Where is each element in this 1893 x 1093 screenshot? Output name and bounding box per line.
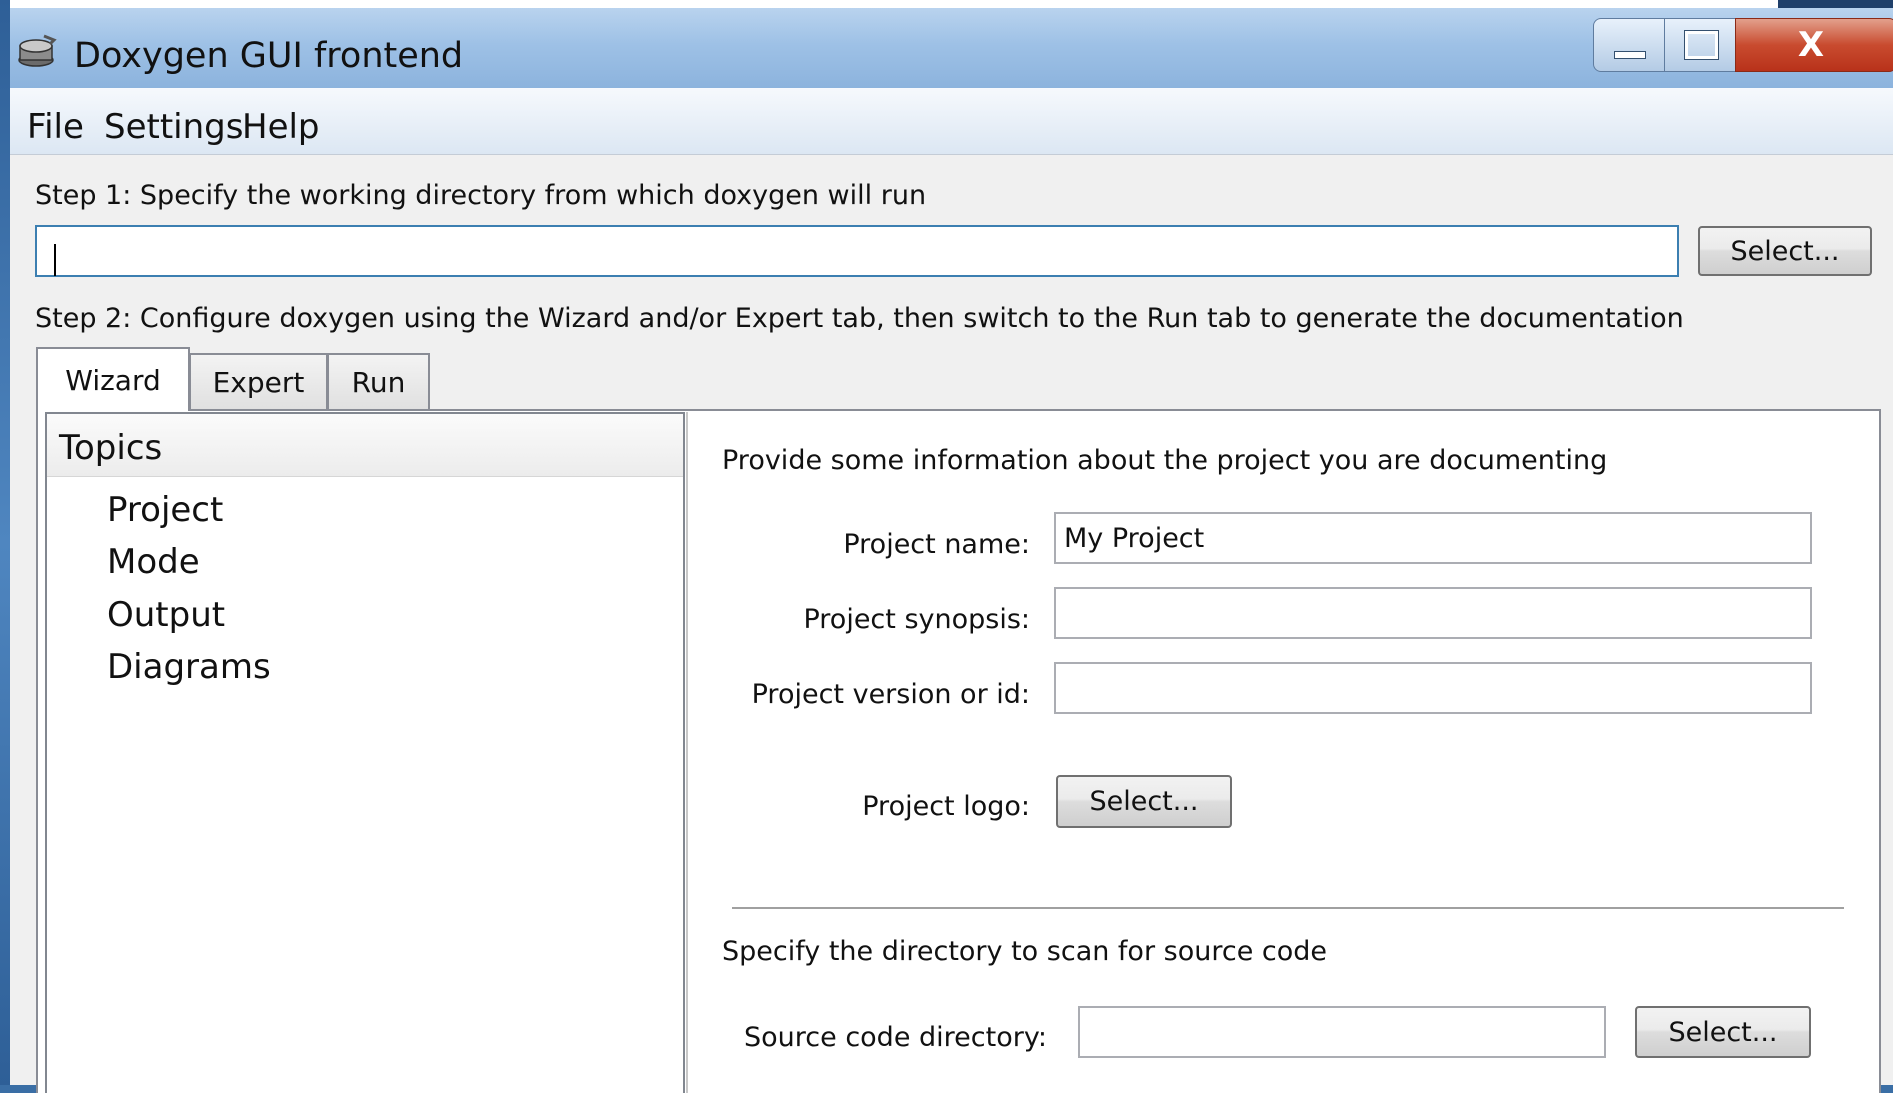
close-icon: X xyxy=(1797,25,1825,65)
source-dir-select-button[interactable]: Select... xyxy=(1635,1006,1811,1058)
project-logo-label: Project logo: xyxy=(862,791,1030,822)
desktop-edge-top xyxy=(0,0,1893,8)
working-directory-select-button[interactable]: Select... xyxy=(1698,226,1872,276)
working-directory-input[interactable] xyxy=(35,225,1679,277)
section-separator-highlight xyxy=(732,909,1844,910)
project-version-label: Project version or id: xyxy=(751,679,1030,710)
doxygen-app-icon xyxy=(18,34,57,67)
text-caret xyxy=(54,244,56,276)
minimize-icon xyxy=(1614,51,1646,59)
source-dir-label: Source code directory: xyxy=(744,1022,1047,1053)
minimize-button[interactable] xyxy=(1593,18,1665,72)
tab-wizard[interactable]: Wizard xyxy=(36,347,190,411)
step1-label: Step 1: Specify the working directory fr… xyxy=(35,180,927,211)
window-title: Doxygen GUI frontend xyxy=(74,36,464,76)
source-dir-input[interactable] xyxy=(1078,1006,1606,1058)
splitter[interactable] xyxy=(686,412,688,1093)
project-name-input[interactable] xyxy=(1054,512,1812,564)
source-dir-heading: Specify the directory to scan for source… xyxy=(722,936,1327,967)
menu-bar: File Settings Help xyxy=(10,88,1893,155)
step2-label: Step 2: Configure doxygen using the Wiza… xyxy=(35,303,1684,334)
project-synopsis-input[interactable] xyxy=(1054,587,1812,639)
project-info-heading: Provide some information about the proje… xyxy=(722,445,1608,476)
topics-header-label: Topics xyxy=(59,428,163,468)
main-window: Doxygen GUI frontend X File Settings Hel… xyxy=(10,8,1893,1093)
project-logo-select-button[interactable]: Select... xyxy=(1056,775,1232,828)
title-bar[interactable]: Doxygen GUI frontend X xyxy=(10,8,1893,88)
topics-tree: Topics Project Mode Output Diagrams xyxy=(45,412,685,1093)
maximize-icon xyxy=(1684,30,1719,60)
topic-diagrams[interactable]: Diagrams xyxy=(107,647,271,687)
menu-settings[interactable]: Settings xyxy=(104,107,243,147)
menu-help[interactable]: Help xyxy=(242,107,320,147)
close-button[interactable]: X xyxy=(1735,18,1893,72)
project-synopsis-label: Project synopsis: xyxy=(803,604,1030,635)
project-version-input[interactable] xyxy=(1054,662,1812,714)
maximize-button[interactable] xyxy=(1664,18,1736,72)
menu-file[interactable]: File xyxy=(27,107,84,147)
tab-run[interactable]: Run xyxy=(327,353,430,410)
project-name-label: Project name: xyxy=(843,529,1030,560)
desktop-edge-left xyxy=(0,0,10,1085)
tab-expert[interactable]: Expert xyxy=(189,353,328,410)
topic-project[interactable]: Project xyxy=(107,490,223,530)
topics-header[interactable]: Topics xyxy=(47,414,683,477)
topic-output[interactable]: Output xyxy=(107,595,225,635)
topic-mode[interactable]: Mode xyxy=(107,542,200,582)
